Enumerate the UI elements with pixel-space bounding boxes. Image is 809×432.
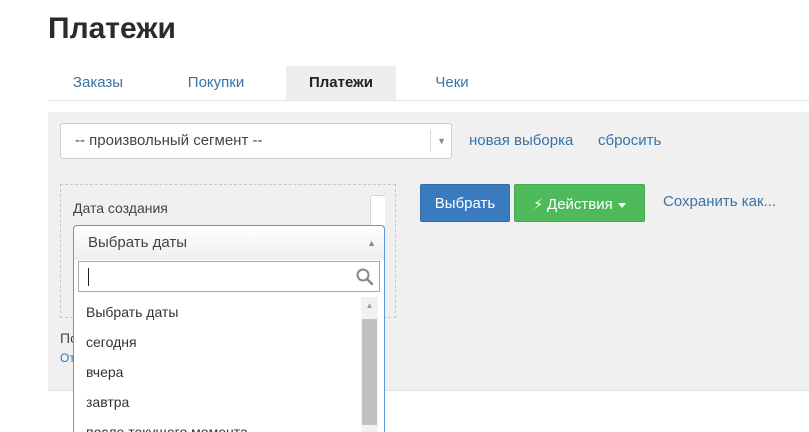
- dropdown-options: Выбрать даты сегодня вчера завтра после …: [74, 297, 358, 432]
- segment-select-value: -- произвольный сегмент --: [75, 132, 263, 149]
- scroll-up-icon[interactable]: ▲: [361, 297, 378, 314]
- tab-payments[interactable]: Платежи: [286, 66, 396, 100]
- tab-purchases[interactable]: Покупки: [165, 66, 267, 100]
- lightning-icon: ⚡: [533, 196, 544, 212]
- date-range-select-value: Выбрать даты: [88, 234, 188, 251]
- segment-select[interactable]: -- произвольный сегмент -- ▼: [60, 123, 452, 159]
- select-button[interactable]: Выбрать: [420, 184, 510, 222]
- search-icon: [356, 268, 374, 286]
- date-range-dropdown: Выбрать даты сегодня вчера завтра после …: [73, 260, 385, 432]
- page-title: Платежи: [48, 12, 176, 45]
- actions-button-label: Действия: [547, 196, 613, 213]
- select-divider: [430, 130, 431, 152]
- new-selection-link[interactable]: новая выборка: [469, 132, 573, 149]
- dropdown-search[interactable]: [78, 261, 380, 292]
- actions-button[interactable]: ⚡ Действия: [514, 184, 645, 222]
- reset-link[interactable]: сбросить: [598, 132, 661, 149]
- filter-label: Дата создания: [73, 200, 168, 216]
- option-yesterday[interactable]: вчера: [74, 357, 358, 387]
- option-today[interactable]: сегодня: [74, 327, 358, 357]
- chevron-up-icon: ▲: [367, 238, 376, 248]
- save-as-link[interactable]: Сохранить как...: [663, 193, 776, 210]
- option-tomorrow[interactable]: завтра: [74, 387, 358, 417]
- option-after-now[interactable]: после текущего момента: [74, 417, 358, 432]
- dropdown-search-input[interactable]: [87, 266, 347, 288]
- tab-bar: Заказы Покупки Платежи Чеки: [48, 66, 809, 101]
- dropdown-scrollbar[interactable]: ▲: [361, 297, 378, 432]
- tab-receipts[interactable]: Чеки: [412, 66, 492, 100]
- option-select-dates[interactable]: Выбрать даты: [74, 297, 358, 327]
- tab-orders[interactable]: Заказы: [48, 66, 148, 100]
- date-range-select[interactable]: Выбрать даты ▲: [73, 225, 385, 261]
- scroll-thumb[interactable]: [362, 319, 377, 425]
- chevron-down-icon: ▼: [437, 136, 446, 146]
- caret-down-icon: [617, 202, 626, 208]
